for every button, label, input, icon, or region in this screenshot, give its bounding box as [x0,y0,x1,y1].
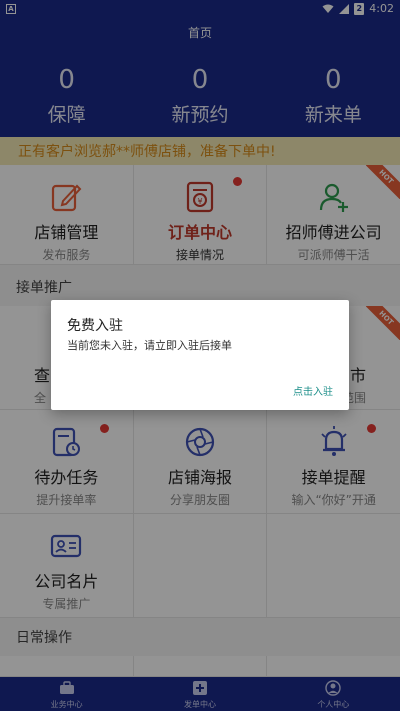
dialog-message: 当前您未入驻，请立即入驻后接单 [67,339,232,352]
join-button[interactable]: 点击入驻 [293,383,333,398]
join-dialog: 免费入驻 当前您未入驻，请立即入驻后接单 点击入驻 [51,300,349,410]
dialog-title: 免费入驻 [67,318,123,334]
